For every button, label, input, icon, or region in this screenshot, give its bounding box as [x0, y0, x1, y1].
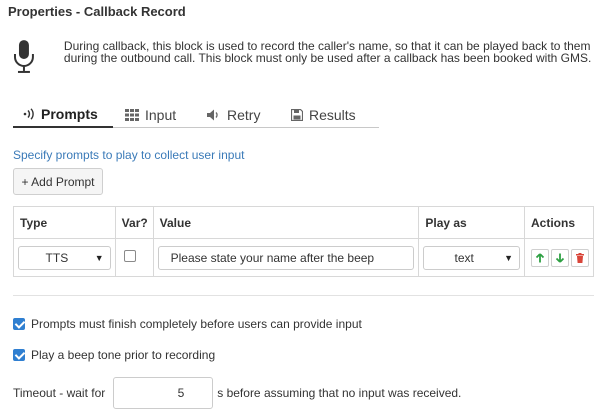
beep-tone-label: Play a beep tone prior to recording — [31, 348, 216, 362]
type-select[interactable]: TTS ▼ — [18, 245, 111, 270]
move-up-button[interactable] — [530, 248, 549, 267]
play-as-select[interactable]: text ▼ — [423, 245, 520, 270]
arrow-up-icon — [535, 252, 545, 262]
microphone-icon — [13, 40, 34, 73]
chevron-down-icon: ▼ — [504, 252, 513, 263]
table-header-row: Type Var? Value Play as Actions — [13, 206, 595, 239]
arrow-down-icon — [555, 253, 565, 263]
var-checkbox[interactable] — [123, 250, 136, 262]
add-prompt-button[interactable]: + Add Prompt — [13, 168, 103, 195]
chevron-down-icon: ▼ — [94, 252, 104, 263]
column-header-type: Type — [13, 206, 116, 239]
table-row: TTS ▼ Please state your name after the b… — [13, 238, 595, 277]
play-as-select-value: text — [454, 250, 474, 265]
save-icon — [291, 108, 303, 121]
column-header-play-as: Play as — [418, 206, 525, 239]
panel-title: Properties - Callback Record — [8, 4, 186, 19]
section-divider — [13, 295, 594, 296]
prompts-finish-label: Prompts must finish completely before us… — [31, 317, 362, 331]
tab-prompts[interactable]: Prompts — [13, 102, 113, 128]
tab-results[interactable]: Results — [279, 102, 379, 127]
beep-tone-checkbox[interactable] — [13, 349, 25, 361]
column-header-value: Value — [152, 206, 420, 239]
tab-label: Prompts — [41, 106, 98, 122]
prompts-table: Type Var? Value Play as Actions TTS ▼ Pl… — [13, 206, 595, 277]
timeout-input[interactable]: 5 — [113, 377, 214, 409]
tab-label: Input — [145, 106, 177, 123]
block-description: During callback, this block is used to r… — [63, 39, 592, 65]
prompts-finish-option: Prompts must finish completely before us… — [13, 317, 362, 331]
cell-value: Please state your name after the beep — [152, 238, 420, 277]
timeout-row: Timeout - wait for 5 s before assuming t… — [13, 377, 461, 409]
prompts-finish-checkbox[interactable] — [13, 318, 25, 330]
beep-tone-option: Play a beep tone prior to recording — [13, 348, 215, 362]
cell-type: TTS ▼ — [13, 238, 116, 277]
type-select-value: TTS — [45, 250, 69, 265]
cell-actions — [523, 238, 595, 277]
column-header-actions: Actions — [523, 206, 595, 239]
tab-bar: Prompts Input Retry Results — [13, 102, 379, 128]
row-actions — [529, 248, 589, 267]
tab-retry[interactable]: Retry — [195, 102, 279, 127]
cell-var — [114, 238, 154, 277]
prompt-value-input[interactable]: Please state your name after the beep — [157, 245, 415, 270]
description-row: During callback, this block is used to r… — [12, 40, 592, 74]
tab-label: Results — [309, 106, 356, 123]
column-header-var: Var? — [114, 206, 154, 239]
sound-wave-icon — [23, 108, 35, 120]
delete-button[interactable] — [570, 248, 589, 267]
grid-icon — [125, 108, 139, 121]
prompts-instruction: Specify prompts to play to collect user … — [13, 148, 245, 162]
speaker-icon — [207, 109, 221, 121]
tab-input[interactable]: Input — [113, 102, 195, 127]
timeout-suffix-label: s before assuming that no input was rece… — [217, 386, 462, 400]
trash-icon — [575, 252, 584, 263]
timeout-prefix-label: Timeout - wait for — [13, 386, 106, 400]
cell-play-as: text ▼ — [418, 238, 525, 277]
move-down-button[interactable] — [550, 248, 569, 267]
tab-label: Retry — [227, 106, 261, 123]
